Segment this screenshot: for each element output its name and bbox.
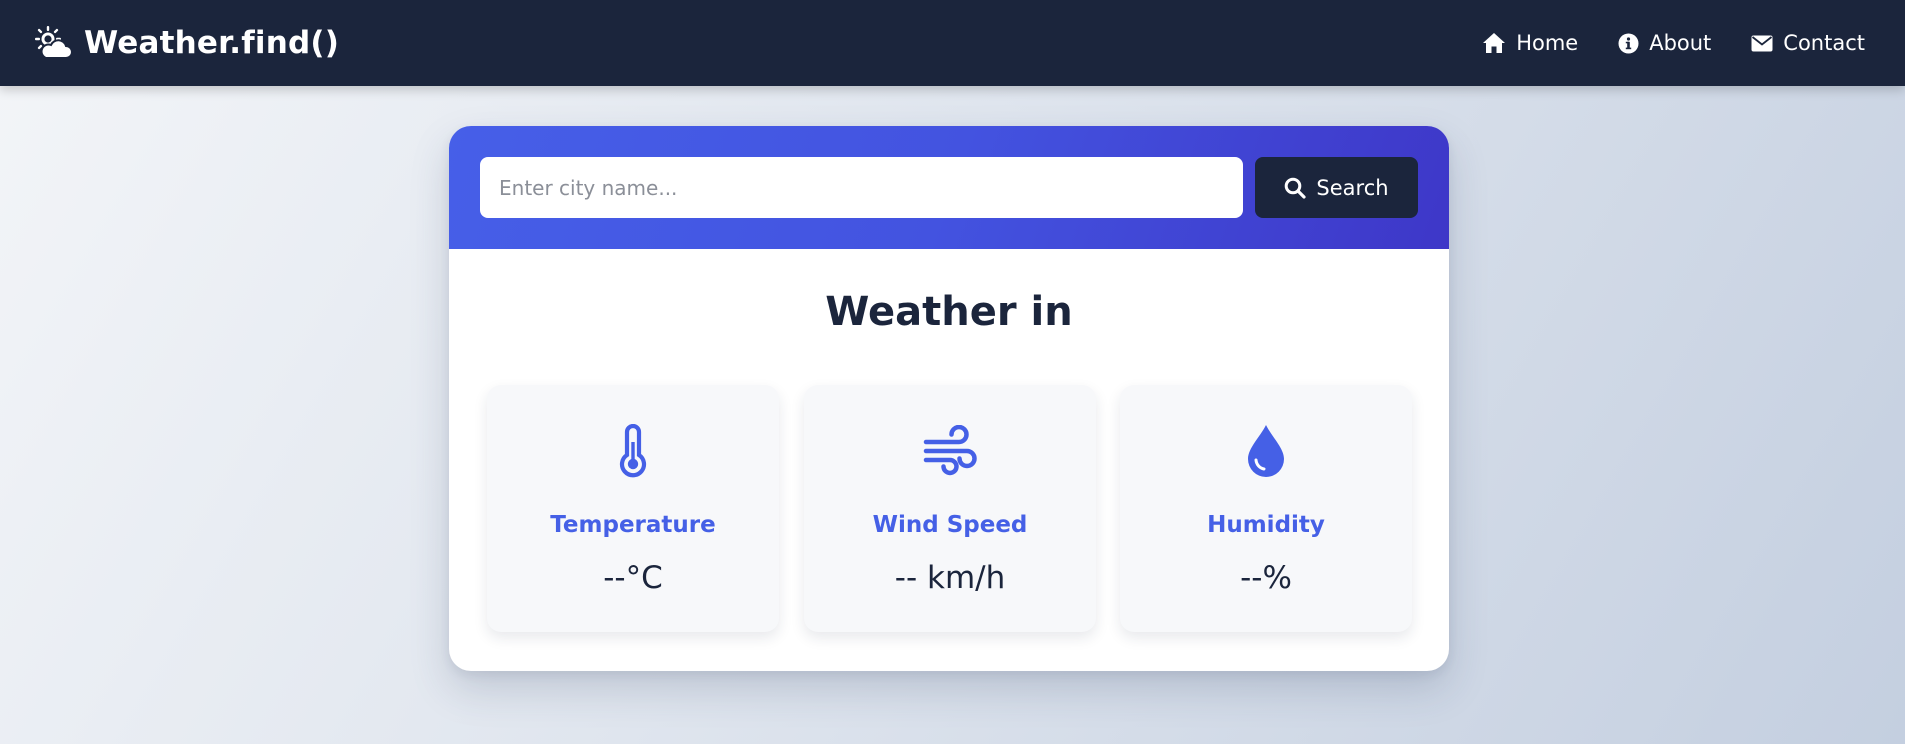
wind-speed-value: -- km/h	[894, 560, 1006, 596]
navbar: Weather.find() Home About Contact	[0, 0, 1905, 86]
weather-card: Search Weather in Temperature --°C	[449, 126, 1449, 671]
wind-icon	[923, 425, 977, 476]
search-icon	[1285, 177, 1307, 199]
nav-links: Home About Contact	[1482, 31, 1865, 55]
humidity-card: Humidity --%	[1120, 385, 1412, 632]
thermometer-icon	[619, 424, 647, 478]
droplet-icon	[1248, 425, 1284, 477]
search-button[interactable]: Search	[1255, 157, 1418, 218]
home-icon	[1483, 33, 1506, 53]
wind-speed-label: Wind Speed	[872, 512, 1028, 538]
brand[interactable]: Weather.find()	[34, 25, 339, 61]
info-icon	[1618, 33, 1639, 53]
humidity-label: Humidity	[1207, 512, 1325, 538]
humidity-value: --%	[1240, 560, 1292, 596]
wind-speed-card: Wind Speed -- km/h	[804, 385, 1096, 632]
weather-title: Weather in	[825, 289, 1073, 335]
nav-link-contact-label: Contact	[1783, 31, 1865, 55]
nav-link-about-label: About	[1649, 31, 1712, 55]
temperature-label: Temperature	[550, 512, 716, 538]
nav-link-home-label: Home	[1516, 31, 1579, 55]
brand-title: Weather.find()	[84, 25, 340, 61]
cloud-sun-icon	[35, 26, 73, 59]
nav-link-contact[interactable]: Contact	[1751, 31, 1865, 55]
nav-link-about[interactable]: About	[1618, 31, 1711, 55]
envelope-icon	[1751, 35, 1773, 51]
search-button-label: Search	[1316, 175, 1389, 200]
nav-link-home[interactable]: Home	[1482, 31, 1578, 55]
temperature-card: Temperature --°C	[487, 385, 779, 632]
city-search-input[interactable]	[480, 157, 1243, 218]
search-bar: Search	[449, 126, 1449, 249]
temperature-value: --°C	[603, 560, 663, 596]
